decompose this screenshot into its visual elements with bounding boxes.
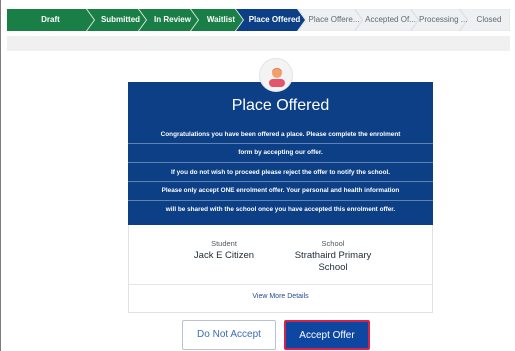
- accept-offer-button[interactable]: Accept Offer: [284, 320, 370, 350]
- school-label: School: [321, 239, 345, 248]
- message-divider: [128, 162, 433, 163]
- offer-title: Place Offered: [231, 97, 330, 114]
- status-stepper: Draft Submitted In Review Waitlist Place…: [7, 9, 510, 31]
- page-frame: Draft Submitted In Review Waitlist Place…: [0, 0, 515, 351]
- offer-message-line-3: If you do not wish to proceed please rej…: [170, 169, 391, 176]
- student-value: Jack E Citizen: [193, 250, 255, 261]
- student-label: Student: [211, 239, 237, 248]
- view-more-details-link[interactable]: View More Details: [129, 293, 432, 300]
- message-divider: [128, 143, 433, 144]
- details-divider: [129, 284, 432, 285]
- step-place-offered[interactable]: Place Offered: [244, 9, 305, 31]
- step-waitlist[interactable]: Waitlist: [199, 9, 243, 31]
- step-accepted-offer[interactable]: Accepted Of...: [363, 9, 418, 31]
- offer-card-details: Student Jack E Citizen School Strathaird…: [128, 225, 433, 313]
- step-in-review[interactable]: In Review: [147, 9, 198, 31]
- sub-toolbar: [7, 36, 510, 51]
- step-submitted[interactable]: Submitted: [95, 9, 146, 31]
- offer-message-line-1: Congratulations you have been offered a …: [160, 131, 401, 138]
- offer-message-line-4: Please only accept ONE enrolment offer. …: [161, 187, 400, 194]
- offer-message-line-5: will be shared with the school once you …: [165, 206, 396, 213]
- message-divider: [128, 181, 433, 182]
- offer-card-header: Place Offered Congratulations you have b…: [128, 82, 433, 225]
- step-processing[interactable]: Processing ...: [419, 9, 467, 31]
- step-place-offered-declined[interactable]: Place Offere...: [306, 9, 362, 31]
- message-divider: [128, 200, 433, 201]
- school-value-line-2: School: [318, 262, 348, 273]
- do-not-accept-button[interactable]: Do Not Accept: [182, 320, 276, 350]
- offer-message-line-2: form by accepting our offer.: [238, 149, 323, 156]
- person-avatar-icon: [259, 58, 293, 92]
- step-draft[interactable]: Draft: [7, 9, 94, 31]
- step-closed[interactable]: Closed: [468, 9, 510, 31]
- school-value-line-1: Strathaird Primary: [294, 250, 372, 261]
